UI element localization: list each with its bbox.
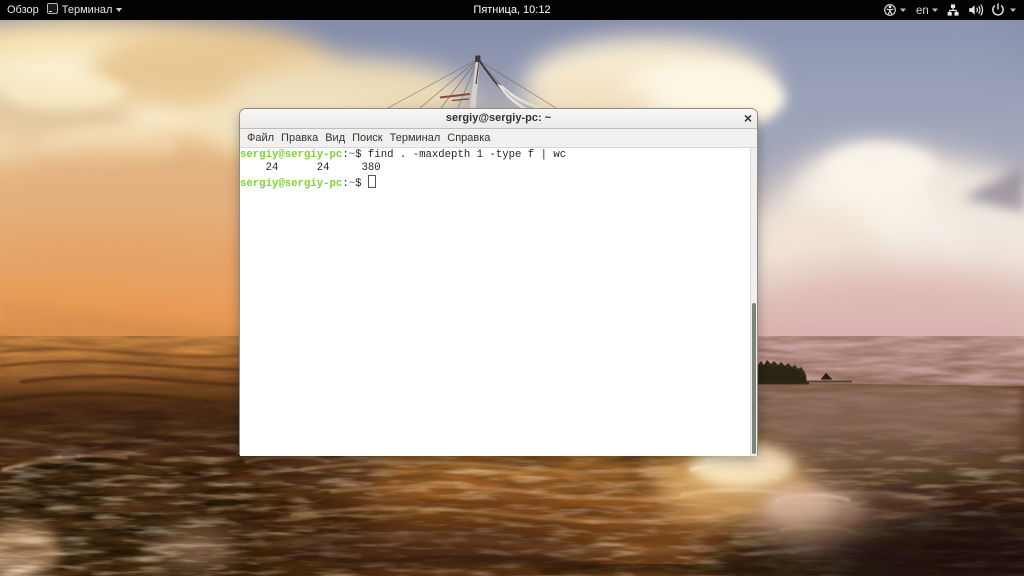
svg-text:en: en bbox=[916, 5, 929, 17]
